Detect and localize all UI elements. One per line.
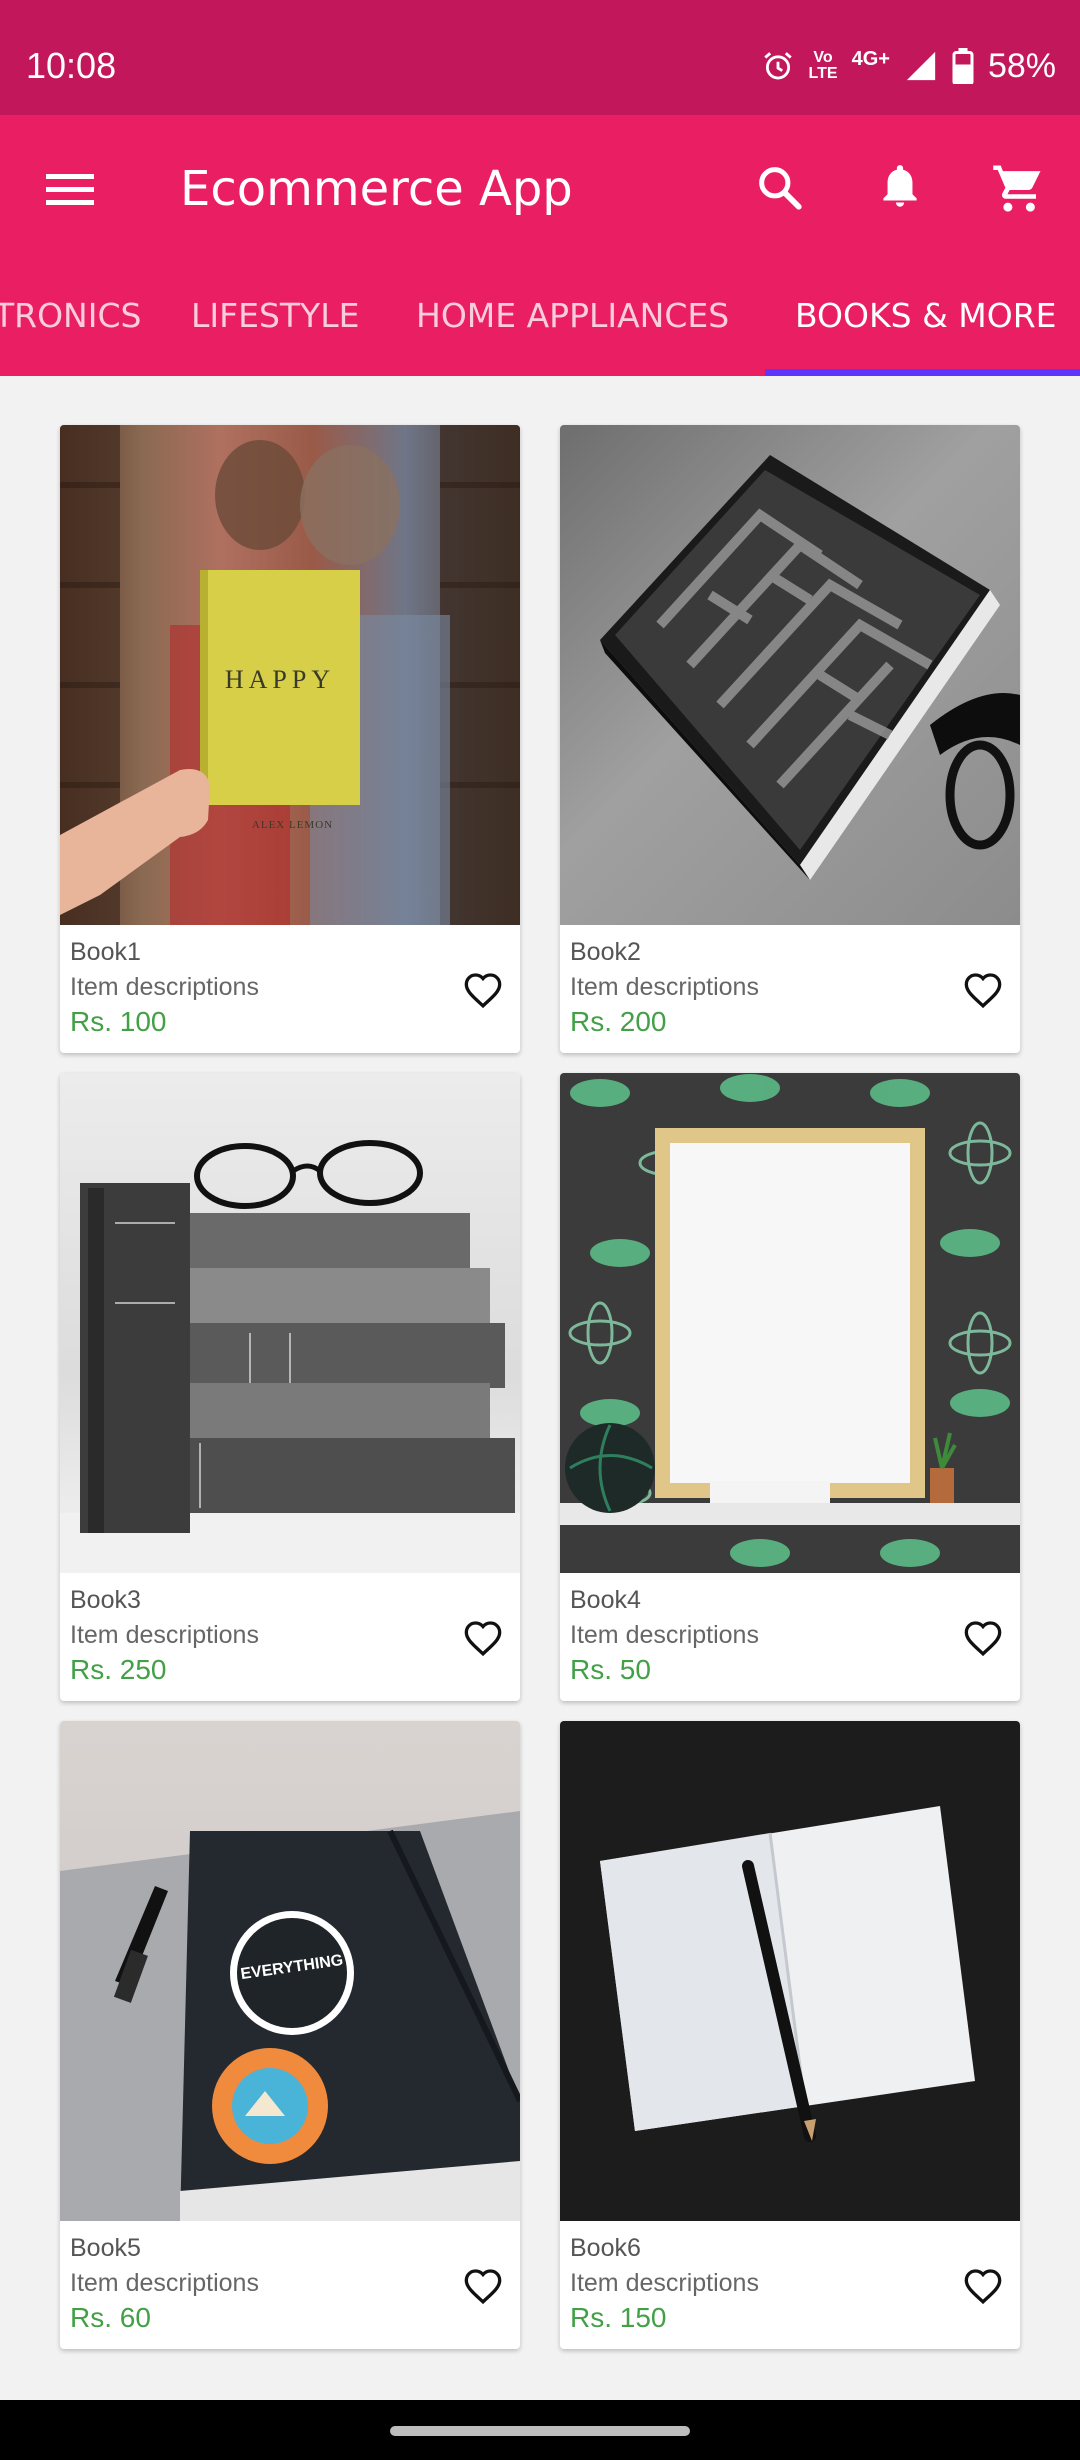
product-name: Book5: [70, 2234, 141, 2262]
product-name: Book4: [570, 1586, 641, 1614]
tab-books-and-more[interactable]: BOOKS & MORE: [795, 292, 1057, 340]
status-time: 10:08: [26, 45, 117, 86]
volte-badge: Vo LTE: [808, 49, 838, 82]
bell-icon: [883, 165, 917, 207]
category-tabs: TRONICS LIFESTYLE HOME APPLIANCES BOOKS …: [0, 260, 1080, 376]
product-price: Rs. 60: [70, 2302, 151, 2333]
product-price: Rs. 200: [570, 1006, 667, 1037]
product-price: Rs. 250: [70, 1654, 167, 1685]
product-name: Book3: [70, 1586, 141, 1614]
app-title: Ecommerce App: [180, 161, 573, 217]
heart-outline-icon: [464, 1621, 502, 1657]
favorite-button[interactable]: [458, 1613, 508, 1663]
menu-button[interactable]: [30, 155, 110, 225]
notifications-button[interactable]: [860, 153, 940, 223]
product-image: [560, 425, 1020, 925]
signal-icon: [906, 51, 936, 81]
heart-outline-icon: [464, 973, 502, 1009]
favorite-button[interactable]: [458, 2261, 508, 2311]
product-image: [560, 1073, 1020, 1573]
favorite-button[interactable]: [958, 1613, 1008, 1663]
heart-outline-icon: [464, 2269, 502, 2305]
product-description: Item descriptions: [70, 2269, 259, 2297]
product-image: EVERYTHING: [60, 1721, 520, 2221]
product-grid: HAPPY Alex Lemon Book1 Item descriptions…: [0, 376, 1080, 2411]
home-gesture-handle[interactable]: [390, 2426, 690, 2436]
tab-indicator: [765, 369, 1080, 376]
product-description: Item descriptions: [570, 973, 759, 1001]
product-image: [560, 1721, 1020, 2221]
frame-wallpaper-photo: [560, 1074, 1020, 1567]
battery-percent: 58%: [987, 46, 1056, 85]
product-price: Rs. 50: [570, 1654, 651, 1685]
product-card[interactable]: Book4 Item descriptions Rs. 50: [560, 1073, 1020, 1701]
product-description: Item descriptions: [70, 1621, 259, 1649]
favorite-button[interactable]: [458, 965, 508, 1015]
heart-outline-icon: [964, 1621, 1002, 1657]
search-icon: [759, 167, 802, 210]
product-card[interactable]: HAPPY Alex Lemon Book1 Item descriptions…: [60, 425, 520, 1053]
battery-icon: [952, 48, 974, 84]
favorite-button[interactable]: [958, 2261, 1008, 2311]
product-name: Book2: [570, 938, 641, 966]
product-price: Rs. 150: [570, 2302, 667, 2333]
heart-outline-icon: [964, 973, 1002, 1009]
open-notebook-photo: [600, 1806, 975, 2142]
product-description: Item descriptions: [570, 1621, 759, 1649]
product-name: Book6: [570, 2234, 641, 2262]
product-card[interactable]: Book2 Item descriptions Rs. 200: [560, 425, 1020, 1053]
favorite-button[interactable]: [958, 965, 1008, 1015]
product-price: Rs. 100: [70, 1006, 167, 1037]
product-description: Item descriptions: [570, 2269, 759, 2297]
cart-icon: [993, 165, 1041, 212]
menu-icon: [46, 174, 94, 205]
status-icons: Vo LTE 4G+ 58%: [761, 44, 1056, 88]
hand-shape: [60, 769, 210, 915]
book-patterned-photo: [600, 455, 1020, 880]
tab-home-appliances[interactable]: HOME APPLIANCES: [416, 292, 729, 340]
status-bar: 10:08 Vo LTE 4G+ 58%: [0, 0, 1080, 115]
product-card[interactable]: Book6 Item descriptions Rs. 150: [560, 1721, 1020, 2349]
product-name: Book1: [70, 938, 141, 966]
product-image: HAPPY Alex Lemon: [60, 425, 520, 925]
book-stack-photo: [60, 1140, 520, 1573]
network-type: 4G+: [851, 48, 890, 70]
product-card[interactable]: Book3 Item descriptions Rs. 250: [60, 1073, 520, 1701]
product-image: [60, 1073, 520, 1573]
product-description: Item descriptions: [70, 973, 259, 1001]
search-button[interactable]: [740, 153, 820, 223]
heart-outline-icon: [964, 2269, 1002, 2305]
system-nav-bar: [0, 2400, 1080, 2460]
tab-lifestyle[interactable]: LIFESTYLE: [191, 292, 359, 340]
app-bar: Ecommerce App: [0, 115, 1080, 260]
product-card[interactable]: EVERYTHING Book5 Item descriptions Rs. 6…: [60, 1721, 520, 2349]
cart-button[interactable]: [978, 153, 1058, 223]
alarm-icon: [763, 52, 792, 80]
tab-electronics[interactable]: TRONICS: [0, 292, 141, 340]
